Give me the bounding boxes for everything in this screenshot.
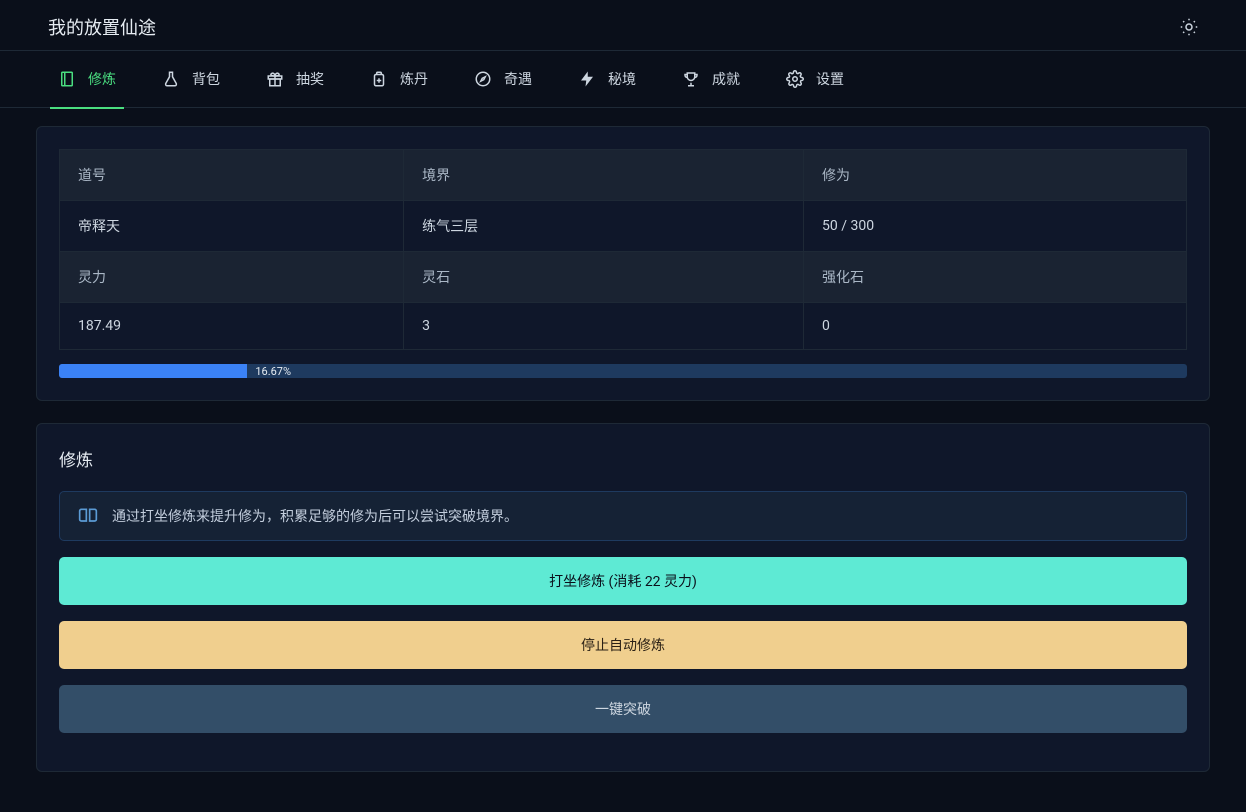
tip-box: 通过打坐修炼来提升修为，积累足够的修为后可以尝试突破境界。 [59,491,1187,541]
medicine-icon [370,70,388,88]
stat-header: 境界 [404,150,804,201]
stats-card: 道号 境界 修为 帝释天 练气三层 50 / 300 灵力 灵石 强化石 187… [36,126,1210,401]
stat-header: 道号 [60,150,404,201]
tab-label: 背包 [192,69,220,89]
scroll-icon [58,70,76,88]
tab-label: 奇遇 [504,69,532,89]
tab-backpack[interactable]: 背包 [162,65,220,93]
tab-realm[interactable]: 秘境 [578,65,636,93]
stat-header: 强化石 [804,252,1187,303]
stats-table: 道号 境界 修为 帝释天 练气三层 50 / 300 灵力 灵石 强化石 187… [59,149,1187,350]
stop-auto-button[interactable]: 停止自动修炼 [59,621,1187,669]
stat-header: 修为 [804,150,1187,201]
cultivate-card: 修炼 通过打坐修炼来提升修为，积累足够的修为后可以尝试突破境界。 打坐修炼 (消… [36,423,1210,772]
tab-label: 抽奖 [296,69,324,89]
tab-draw[interactable]: 抽奖 [266,65,324,93]
gear-icon [786,70,804,88]
bolt-icon [578,70,596,88]
stat-value: 0 [804,303,1187,350]
stat-header: 灵力 [60,252,404,303]
breakthrough-button[interactable]: 一键突破 [59,685,1187,733]
app-title: 我的放置仙途 [48,14,156,40]
flask-icon [162,70,180,88]
tab-settings[interactable]: 设置 [786,65,844,93]
tab-encounter[interactable]: 奇遇 [474,65,532,93]
progress-text: 16.67% [255,365,291,378]
progress-bar: 16.67% [59,364,1187,378]
stat-value: 3 [404,303,804,350]
compass-icon [474,70,492,88]
tab-label: 设置 [816,69,844,89]
tab-label: 炼丹 [400,69,428,89]
section-title: 修炼 [59,446,1187,471]
stat-value: 练气三层 [404,201,804,252]
tab-label: 修炼 [88,69,116,89]
tab-bar: 修炼 背包 抽奖 炼丹 奇遇 秘境 成就 [0,51,1246,108]
tab-cultivate[interactable]: 修炼 [58,65,116,93]
tab-alchemy[interactable]: 炼丹 [370,65,428,93]
stat-value: 187.49 [60,303,404,350]
theme-toggle-button[interactable] [1180,18,1198,36]
trophy-icon [682,70,700,88]
stat-value: 帝释天 [60,201,404,252]
tab-label: 成就 [712,69,740,89]
book-icon [78,506,98,526]
meditate-button[interactable]: 打坐修炼 (消耗 22 灵力) [59,557,1187,605]
tip-text: 通过打坐修炼来提升修为，积累足够的修为后可以尝试突破境界。 [112,506,518,526]
sun-icon [1180,18,1198,36]
tab-achievement[interactable]: 成就 [682,65,740,93]
stat-header: 灵石 [404,252,804,303]
stat-value: 50 / 300 [804,201,1187,252]
gift-icon [266,70,284,88]
tab-label: 秘境 [608,69,636,89]
